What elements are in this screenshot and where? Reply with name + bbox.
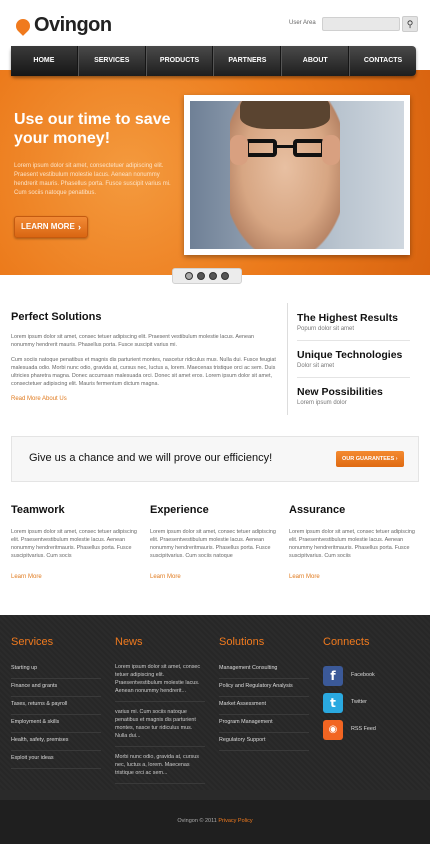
paragraph: Lorem ipsum dolor sit amet, consec tetue…: [289, 529, 415, 559]
news-item[interactable]: Morbi nunc odio, gravida at, cursus nec,…: [115, 751, 205, 784]
services-link[interactable]: Taxes, returns & payroll: [11, 697, 101, 715]
facebook-icon: f: [323, 666, 343, 686]
side-title: The Highest Results: [297, 312, 398, 324]
twitter-icon: t: [323, 693, 343, 713]
twitter-link[interactable]: t Twitter: [323, 693, 423, 715]
main-nav: HOME SERVICES PRODUCTS PARTNERS ABOUT CO…: [11, 46, 416, 76]
teamwork-column: Teamwork Lorem ipsum dolor sit amet, con…: [11, 504, 139, 580]
paragraph: Lorem ipsum dolor sit amet, consec tetue…: [11, 334, 254, 348]
section-title: Experience: [150, 504, 209, 516]
nav-services[interactable]: SERVICES: [77, 46, 146, 76]
slider-pager: [172, 268, 242, 284]
logo-heart-icon: [13, 15, 33, 36]
social-label: RSS Feed: [351, 726, 376, 732]
services-link[interactable]: Health, safety, premises: [11, 733, 101, 751]
learn-more-button[interactable]: LEARN MORE ›: [14, 216, 88, 238]
rss-link[interactable]: ◉ RSS Feed: [323, 720, 423, 742]
footer-connects-title: Connects: [323, 636, 370, 648]
glasses-shape: [245, 139, 325, 157]
learn-more-link[interactable]: Learn More: [11, 574, 139, 580]
paragraph: Cum sociis natoque penatibus et magnis d…: [11, 357, 276, 387]
divider: [297, 340, 410, 341]
solutions-list: Management Consulting Policy and Regulat…: [219, 661, 309, 751]
arrow-right-icon: ›: [395, 456, 398, 462]
solutions-link[interactable]: Policy and Regulatory Analysis: [219, 679, 309, 697]
nav-partners[interactable]: PARTNERS: [213, 46, 282, 76]
side-subtitle: Dolor sit amet: [297, 363, 335, 369]
user-area-link[interactable]: User Area: [289, 20, 316, 26]
paragraph: Lorem ipsum dolor sit amet, consec tetue…: [11, 529, 137, 559]
logo[interactable]: Ovingon: [13, 14, 112, 37]
news-item[interactable]: Lorem ipsum dolor sit amet, consec tetue…: [115, 661, 205, 702]
news-item[interactable]: varius mi. Cum sociis natoque penatibus …: [115, 706, 205, 747]
learn-more-link[interactable]: Learn More: [150, 574, 278, 580]
search-icon[interactable]: ⚲: [402, 16, 418, 32]
solutions-link[interactable]: Market Assessment: [219, 697, 309, 715]
footer-services-title: Services: [11, 636, 54, 648]
side-subtitle: Lorem ipsum dolor: [297, 400, 347, 406]
brand-name: Ovingon: [34, 14, 112, 36]
hero-banner: Use our time to save your money! Lorem i…: [0, 70, 430, 275]
social-label: Facebook: [351, 672, 375, 678]
hero-photo-frame: [184, 95, 410, 255]
side-title: Unique Technologies: [297, 349, 403, 361]
hero-title: Use our time to save your money!: [14, 111, 171, 147]
divider: [297, 377, 410, 378]
footer-news-title: News: [115, 636, 143, 648]
social-label: Twitter: [351, 699, 367, 705]
copyright: Ovingon © 2011 Privacy Policy: [0, 818, 430, 824]
facebook-link[interactable]: f Facebook: [323, 666, 423, 688]
hero-photo: [190, 101, 404, 249]
section-title: Perfect Solutions: [11, 311, 102, 323]
promo-banner: Give us a chance and we will prove our e…: [11, 436, 419, 482]
arrow-right-icon: ›: [78, 222, 81, 232]
slide-dot[interactable]: [209, 272, 217, 280]
services-link[interactable]: Employment & skills: [11, 715, 101, 733]
slide-dot[interactable]: [197, 272, 205, 280]
side-subtitle: Popurn dolor sit amet: [297, 326, 355, 332]
solutions-link[interactable]: Program Management: [219, 715, 309, 733]
footer: Services Starting up Finance and grants …: [0, 615, 430, 844]
right-hand-shape: [322, 135, 340, 165]
services-link[interactable]: Exploit your ideas: [11, 751, 101, 769]
side-item-possibilities: New Possibilities Lorem ipsum dolor: [297, 386, 383, 406]
footer-solutions-title: Solutions: [219, 636, 265, 648]
services-link[interactable]: Starting up: [11, 661, 101, 679]
banner-text: Give us a chance and we will prove our e…: [29, 452, 273, 464]
header: Ovingon User Area ⚲: [0, 0, 430, 42]
news-list: Lorem ipsum dolor sit amet, consec tetue…: [115, 661, 205, 788]
section-title: Assurance: [289, 504, 346, 516]
experience-column: Experience Lorem ipsum dolor sit amet, c…: [150, 504, 278, 580]
nav-home[interactable]: HOME: [11, 46, 78, 76]
hero-text: Lorem ipsum dolor sit amet, consectetuer…: [14, 163, 171, 196]
guarantees-label: OUR GUARANTEES: [342, 456, 395, 462]
divider: [287, 303, 288, 415]
paragraph: Lorem ipsum dolor sit amet, consec tetue…: [150, 529, 276, 559]
learn-more-label: LEARN MORE: [21, 222, 75, 231]
nav-contacts[interactable]: CONTACTS: [349, 46, 416, 76]
learn-more-link[interactable]: Learn More: [289, 574, 417, 580]
services-link[interactable]: Finance and grants: [11, 679, 101, 697]
services-list: Starting up Finance and grants Taxes, re…: [11, 661, 101, 769]
read-more-link[interactable]: Read More About Us: [11, 396, 276, 402]
hair-shape: [240, 101, 330, 129]
side-item-technologies: Unique Technologies Dolor sit amet: [297, 349, 402, 369]
rss-icon: ◉: [323, 720, 343, 740]
slide-dot[interactable]: [221, 272, 229, 280]
left-hand-shape: [230, 135, 248, 165]
search-input[interactable]: [322, 17, 400, 31]
privacy-policy-link[interactable]: Privacy Policy: [218, 818, 252, 824]
nav-about[interactable]: ABOUT: [281, 46, 350, 76]
solutions-link[interactable]: Regulatory Support: [219, 733, 309, 751]
assurance-column: Assurance Lorem ipsum dolor sit amet, co…: [289, 504, 417, 580]
our-guarantees-button[interactable]: OUR GUARANTEES ›: [336, 451, 404, 467]
side-title: New Possibilities: [297, 386, 383, 398]
side-item-results: The Highest Results Popurn dolor sit ame…: [297, 312, 398, 332]
nav-products[interactable]: PRODUCTS: [145, 46, 214, 76]
slide-dot[interactable]: [185, 272, 193, 280]
perfect-solutions-section: Perfect Solutions Lorem ipsum dolor sit …: [11, 311, 276, 402]
section-title: Teamwork: [11, 504, 65, 516]
copyright-text: Ovingon © 2011: [177, 818, 217, 824]
solutions-link[interactable]: Management Consulting: [219, 661, 309, 679]
